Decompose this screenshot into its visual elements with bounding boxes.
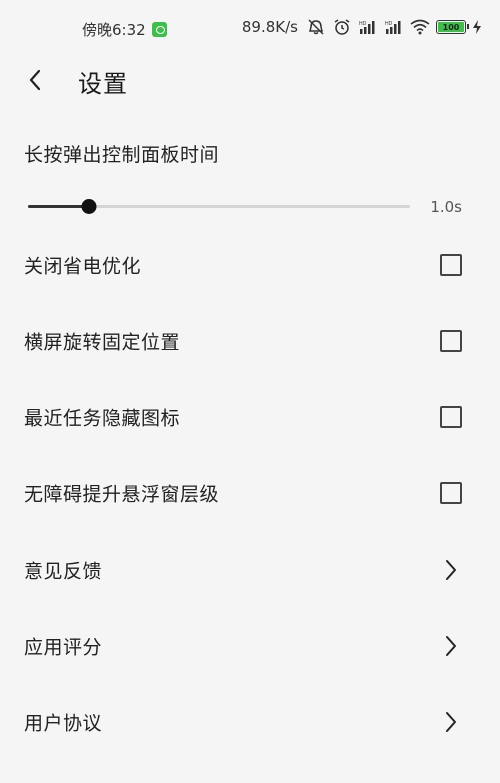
status-time-group: 傍晚6:32: [82, 19, 167, 40]
checkbox[interactable]: [440, 254, 462, 276]
setting-row-feedback[interactable]: 意见反馈: [0, 540, 500, 600]
svg-text:HD: HD: [359, 21, 367, 27]
slider-label: 长按弹出控制面板时间: [24, 144, 220, 166]
setting-label: 无障碍提升悬浮窗层级: [24, 483, 220, 506]
title-bar: 设置: [0, 60, 500, 100]
setting-row-hide-recents-icon[interactable]: 最近任务隐藏图标: [0, 387, 500, 447]
status-indicators: 89.8K/s HD HD 100: [242, 18, 482, 36]
charging-icon: [473, 20, 481, 34]
alarm-icon: [334, 19, 350, 35]
hd-signal-2-icon: HD: [385, 21, 401, 34]
setting-row-power-optimization[interactable]: 关闭省电优化: [0, 235, 500, 295]
battery-level: 100: [438, 22, 464, 32]
press-duration-slider[interactable]: [28, 195, 410, 219]
wifi-icon: [410, 19, 430, 35]
status-bar: 傍晚6:32 89.8K/s HD HD 100: [0, 0, 500, 60]
status-time: 傍晚6:32: [82, 21, 146, 39]
setting-row-landscape-lock[interactable]: 横屏旋转固定位置: [0, 311, 500, 371]
hd-signal-1-icon: HD: [359, 21, 375, 34]
slider-track-fill: [28, 205, 89, 208]
network-speed: 89.8K/s: [241, 18, 298, 36]
setting-label: 用户协议: [24, 712, 103, 735]
svg-text:HD: HD: [385, 21, 393, 27]
checkbox[interactable]: [440, 330, 462, 352]
setting-row-accessibility-overlay[interactable]: 无障碍提升悬浮窗层级: [0, 463, 500, 523]
setting-label: 应用评分: [24, 636, 103, 659]
wechat-notification-icon: [151, 22, 167, 37]
chevron-left-icon: [29, 69, 41, 91]
battery-icon: 100: [436, 20, 469, 34]
setting-row-rate-app[interactable]: 应用评分: [0, 616, 500, 676]
setting-label: 最近任务隐藏图标: [24, 407, 181, 430]
checkbox[interactable]: [440, 482, 462, 504]
chevron-right-icon: [446, 636, 456, 656]
slider-value: 1.0s: [430, 198, 462, 216]
bell-mute-icon: [308, 19, 324, 35]
chevron-right-icon: [446, 712, 456, 732]
slider-thumb[interactable]: [81, 199, 97, 214]
setting-label: 横屏旋转固定位置: [24, 331, 181, 354]
checkbox[interactable]: [440, 406, 462, 428]
page-title: 设置: [78, 70, 128, 98]
setting-row-user-agreement[interactable]: 用户协议: [0, 692, 500, 752]
setting-label: 关闭省电优化: [24, 255, 142, 278]
chevron-right-icon: [446, 560, 456, 580]
setting-label: 意见反馈: [24, 560, 103, 583]
back-button[interactable]: [20, 64, 50, 96]
